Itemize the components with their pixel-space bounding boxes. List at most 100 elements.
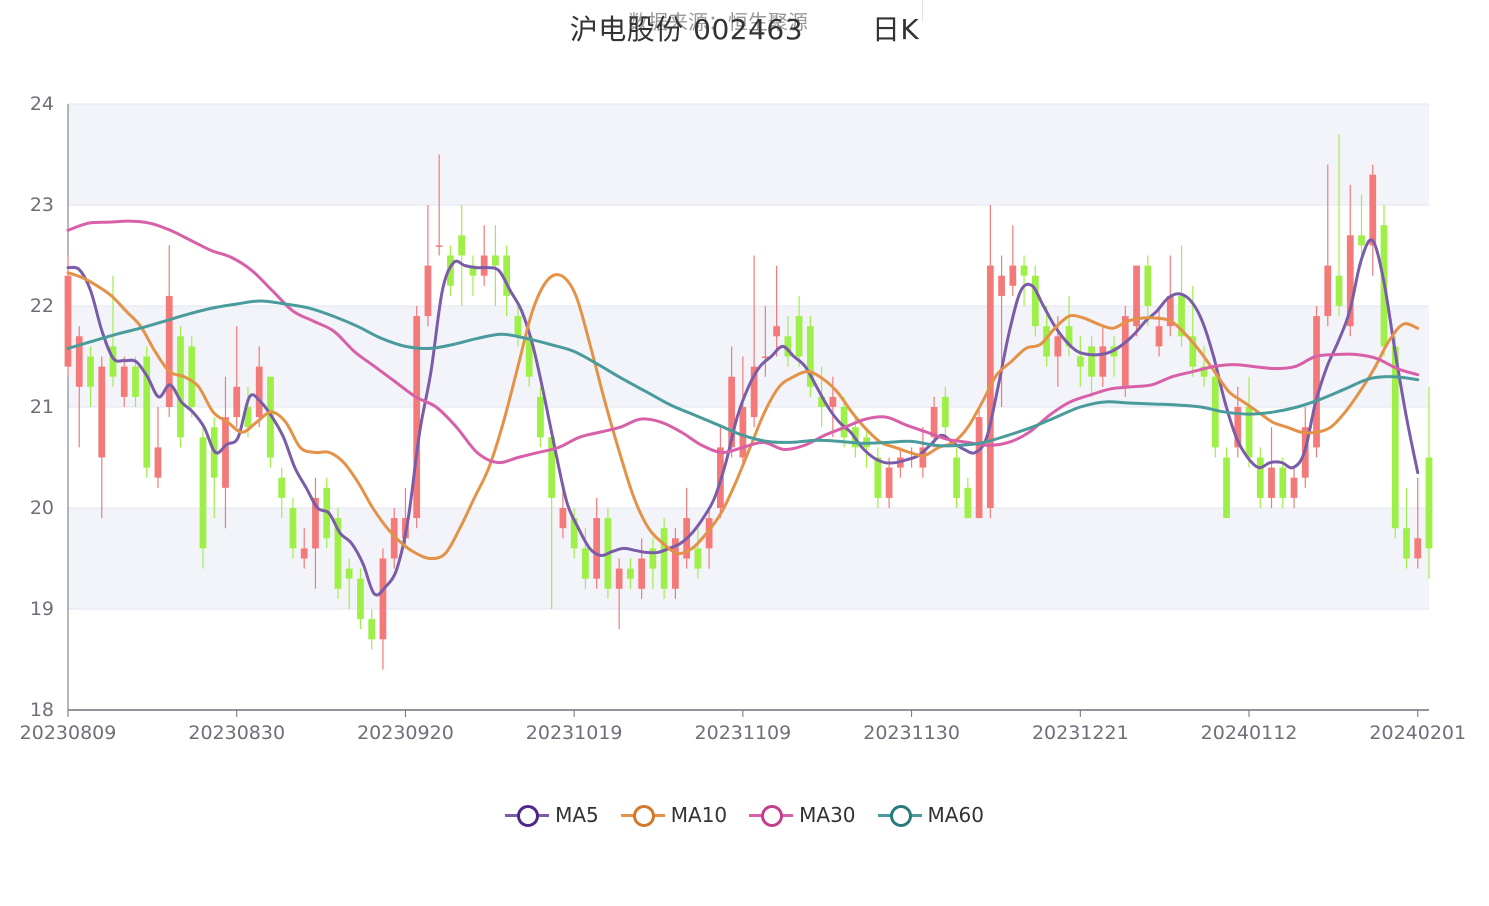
candle-body [255, 366, 263, 418]
y-tick-label: 18 [30, 699, 54, 721]
candle-body [1121, 316, 1129, 387]
candle-body [357, 578, 364, 620]
legend-item-ma60[interactable]: MA60 [877, 803, 984, 827]
candle-body [514, 316, 522, 337]
legend: MA5 MA10 MA30 MA60 [0, 803, 1489, 827]
x-tick-label: 20240201 [1369, 722, 1466, 744]
legend-circle [889, 805, 912, 827]
candle-body [1403, 528, 1410, 559]
candle-body [1076, 356, 1084, 367]
candle-body [660, 528, 668, 589]
legend-item-ma30[interactable]: MA30 [749, 803, 856, 827]
candle-body [953, 457, 960, 498]
legend-label: MA10 [670, 803, 728, 827]
candle-body [492, 255, 499, 266]
candle-body [1088, 346, 1095, 377]
candle-body [1369, 174, 1377, 246]
candle-body [379, 558, 387, 640]
candle-body [424, 265, 432, 317]
x-tick-label: 20231221 [1032, 722, 1129, 744]
candle-body [795, 316, 803, 357]
x-axis: 20230809 20230830 20230920 20231019 20231109… [20, 709, 1466, 744]
legend-circle [761, 805, 784, 827]
y-axis: 18 19 20 21 22 23 24 [30, 93, 69, 721]
candle-body [1324, 265, 1332, 317]
band [68, 508, 1429, 609]
chart-title: 沪电股份 002463 日K [0, 8, 1489, 48]
legend-label: MA5 [555, 803, 599, 827]
candle-body [1054, 336, 1062, 357]
candle-body [1020, 265, 1028, 276]
candle-body [199, 437, 207, 549]
candle-body [559, 508, 567, 529]
legend-label: MA30 [799, 803, 856, 827]
y-tick-label: 23 [30, 194, 54, 216]
candle-body [1256, 457, 1264, 498]
candle-body [222, 417, 229, 488]
candle-body [739, 407, 747, 458]
candle-body [87, 356, 94, 387]
candle-body [458, 235, 466, 256]
candle-body [154, 447, 162, 478]
candle-body [593, 518, 601, 579]
kline-chart: 18 19 20 21 22 23 24 20230809 20230830 20230920 2… [20, 93, 1466, 744]
legend-marker-icon [877, 803, 922, 827]
candle-body [1144, 265, 1152, 306]
candle-body [278, 477, 286, 498]
candle-body [289, 508, 297, 549]
candle-body [694, 548, 702, 569]
candle-body [177, 336, 184, 438]
x-tick-label: 20230830 [188, 722, 285, 744]
legend-marker-icon [749, 803, 794, 827]
x-tick-label: 20240112 [1201, 722, 1298, 744]
stock-name-code: 沪电股份 002463 [569, 13, 804, 46]
legend-circle [632, 805, 655, 827]
candle-body [1414, 538, 1422, 559]
candle-body [1425, 457, 1433, 549]
candle-body [435, 245, 443, 247]
candle-body [537, 396, 544, 438]
candle-body [1290, 477, 1298, 498]
candle-body [1335, 275, 1343, 306]
y-tick-label: 21 [30, 396, 54, 418]
candle-body [1279, 467, 1287, 498]
title-divider [922, 0, 923, 22]
candle-body [627, 568, 634, 579]
y-tick-label: 22 [30, 295, 54, 317]
y-tick-label: 24 [30, 93, 54, 115]
legend-item-ma5[interactable]: MA5 [505, 803, 599, 827]
y-tick-label: 19 [30, 598, 54, 620]
candle-body [1313, 316, 1320, 448]
candle-body [964, 487, 972, 519]
candle-body [345, 568, 353, 579]
y-tick-label: 20 [30, 497, 54, 519]
candle-body [165, 295, 173, 407]
candle-body [885, 467, 893, 498]
candle-body [120, 366, 128, 397]
candle-body [998, 275, 1005, 296]
candle-body [64, 275, 72, 367]
legend-label: MA60 [927, 803, 984, 827]
candle-body [1155, 326, 1163, 347]
candle-body [368, 619, 376, 640]
period-label: 日K [871, 13, 920, 46]
legend-marker-icon [505, 803, 550, 827]
candle-body [300, 548, 308, 559]
x-tick-label: 20231130 [863, 722, 960, 744]
candle-body [829, 396, 837, 407]
candle-body [638, 558, 646, 589]
legend-item-ma10[interactable]: MA10 [620, 803, 728, 827]
candle-body [1358, 235, 1365, 246]
x-tick-label: 20230809 [20, 722, 117, 744]
candle-body [233, 386, 241, 418]
legend-circle [517, 805, 540, 827]
background-bands [68, 104, 1429, 609]
candle-body [1268, 467, 1275, 498]
x-tick-label: 20230920 [357, 722, 454, 744]
candle-body [1009, 265, 1017, 286]
candle-body [1223, 457, 1230, 519]
candle-body [773, 326, 780, 337]
candle-body [98, 366, 106, 458]
candle-body [840, 407, 848, 438]
band [68, 104, 1429, 205]
